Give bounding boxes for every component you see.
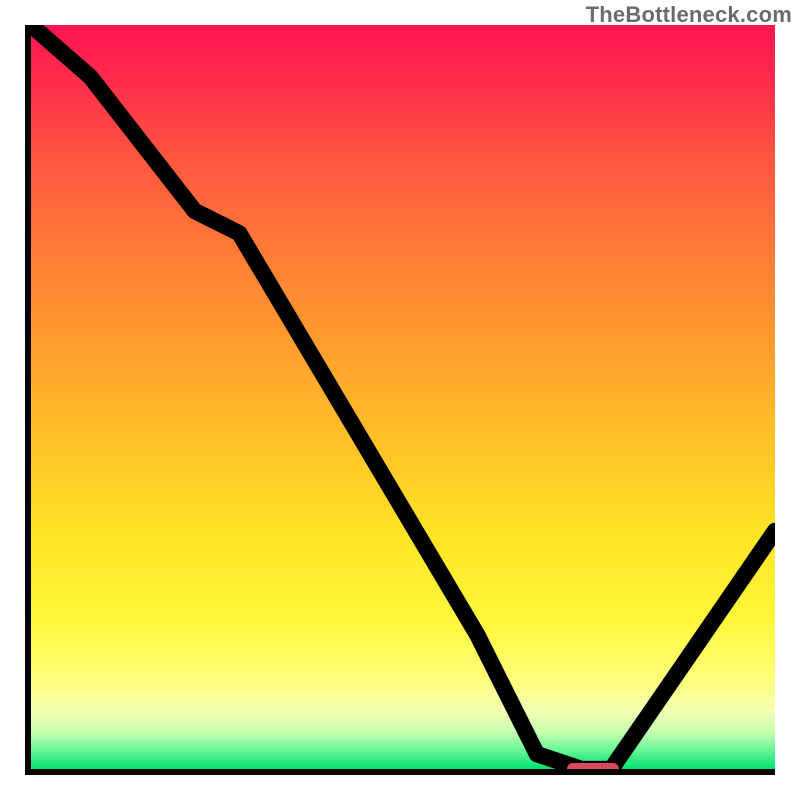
chart-container	[25, 25, 775, 775]
bottleneck-curve	[31, 25, 775, 769]
watermark-text: TheBottleneck.com	[586, 2, 792, 28]
optimum-marker	[567, 763, 619, 775]
curve-path	[31, 25, 775, 769]
